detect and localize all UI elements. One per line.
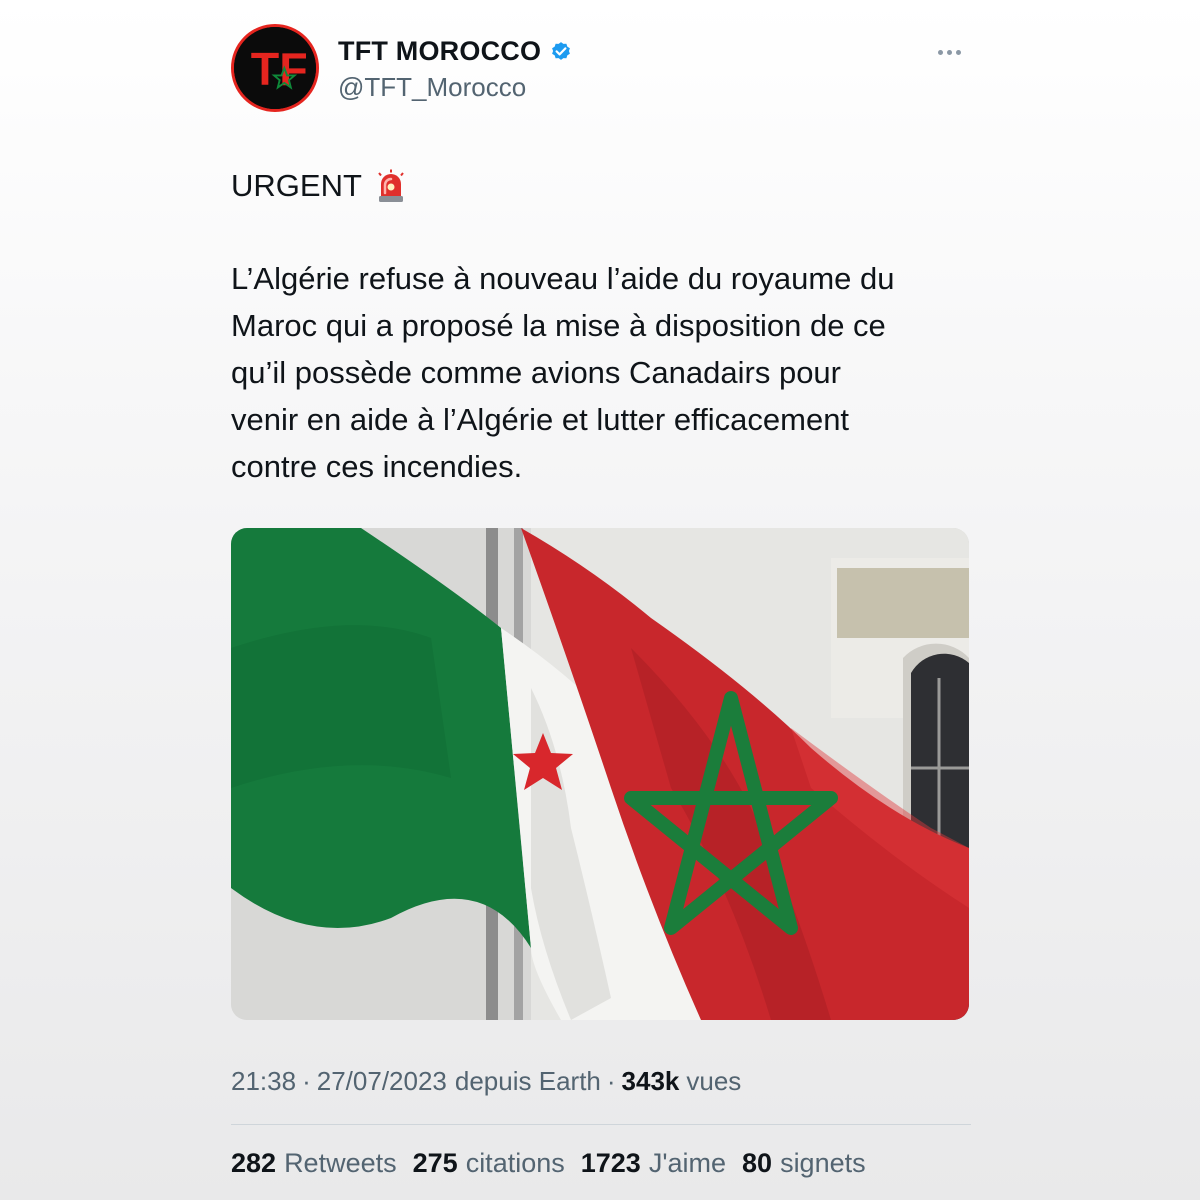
retweets-count: 282 — [231, 1148, 277, 1178]
bookmarks-label: signets — [780, 1148, 866, 1178]
more-dot-icon — [937, 49, 943, 55]
tweet-meta: 21:38 · 27/07/2023 depuis Earth · 343k v… — [231, 1066, 741, 1097]
display-name[interactable]: TFT MOROCCO — [338, 36, 541, 67]
likes-label: J'aime — [648, 1148, 727, 1178]
retweets-stat[interactable]: 282 Retweets — [231, 1148, 397, 1179]
urgent-line: URGENT — [231, 168, 406, 204]
more-options-button[interactable] — [927, 34, 971, 70]
tweet: TF TFT MOROCCO @TFT_Morocco URGENT L’Alg… — [231, 0, 971, 1200]
views-count: 343k — [621, 1066, 680, 1096]
tft-logo-icon: TF — [234, 27, 316, 109]
likes-count: 1723 — [580, 1148, 641, 1178]
divider — [231, 1124, 971, 1125]
quotes-count: 275 — [412, 1148, 458, 1178]
more-dot-icon — [946, 49, 952, 55]
bookmarks-count: 80 — [742, 1148, 773, 1178]
tweet-header: TF TFT MOROCCO @TFT_Morocco — [231, 24, 971, 114]
quotes-label: citations — [465, 1148, 565, 1178]
tweet-stats: 282 Retweets 275 citations 1723 J'aime 8… — [231, 1148, 882, 1179]
display-name-row: TFT MOROCCO — [338, 34, 573, 68]
avatar[interactable]: TF — [231, 24, 319, 112]
rotating-light-icon — [378, 169, 404, 202]
quotes-stat[interactable]: 275 citations — [413, 1148, 565, 1179]
tweet-media-photo[interactable] — [231, 528, 969, 1020]
tweet-text: L’Algérie refuse à nouveau l’aide du roy… — [231, 261, 895, 484]
urgent-label: URGENT — [231, 168, 362, 203]
views-label: vues — [686, 1066, 742, 1096]
author-handle[interactable]: @TFT_Morocco — [338, 72, 573, 103]
bookmarks-stat[interactable]: 80 signets — [742, 1148, 866, 1179]
retweets-label: Retweets — [284, 1148, 397, 1178]
more-dot-icon — [955, 49, 961, 55]
tweet-date[interactable]: 27/07/2023 — [317, 1066, 447, 1097]
verified-badge-icon — [552, 42, 571, 60]
algeria-morocco-flags-photo — [231, 528, 969, 1020]
tweet-time[interactable]: 21:38 — [231, 1066, 296, 1097]
tweet-source: depuis Earth — [454, 1066, 601, 1096]
author-names: TFT MOROCCO @TFT_Morocco — [338, 34, 573, 103]
likes-stat[interactable]: 1723 J'aime — [581, 1148, 726, 1179]
meta-separator: · — [606, 1066, 616, 1096]
meta-separator: · — [302, 1066, 311, 1096]
